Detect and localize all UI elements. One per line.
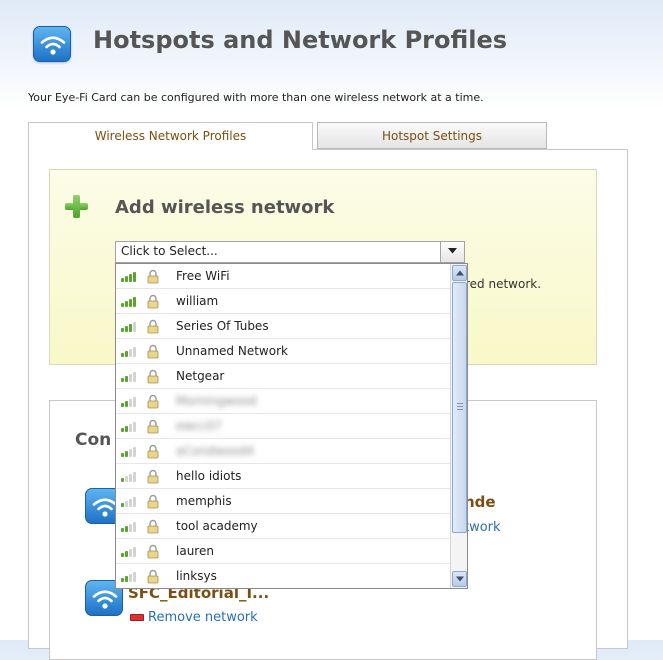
signal-strength-icon bbox=[121, 496, 141, 507]
chevron-up-icon bbox=[456, 270, 464, 276]
network-option[interactable]: Netgear bbox=[116, 364, 450, 389]
network-option[interactable]: linksys bbox=[116, 564, 450, 588]
signal-strength-icon bbox=[121, 571, 141, 582]
tab-wireless-network-profiles[interactable]: Wireless Network Profiles bbox=[28, 122, 313, 150]
network-option[interactable]: Morningwood bbox=[116, 389, 450, 414]
lock-icon bbox=[146, 469, 160, 484]
signal-strength-icon bbox=[121, 396, 141, 407]
lock-icon bbox=[146, 519, 160, 534]
remove-icon bbox=[130, 614, 144, 621]
dropdown-button[interactable] bbox=[440, 242, 464, 262]
network-option[interactable]: william bbox=[116, 289, 450, 314]
network-option-label: william bbox=[176, 294, 219, 308]
lock-icon bbox=[146, 569, 160, 584]
network-dropdown-list: Free WiFi william Series Of Tubes Unnamed N… bbox=[115, 263, 468, 589]
network-option-label: Morningwood bbox=[176, 394, 257, 408]
signal-strength-icon bbox=[121, 321, 141, 332]
network-option-label: hello idiots bbox=[176, 469, 242, 483]
page-title: Hotspots and Network Profiles bbox=[93, 26, 508, 54]
tab-hotspot-settings[interactable]: Hotspot Settings bbox=[317, 122, 547, 149]
lock-icon bbox=[146, 269, 160, 284]
network-option[interactable]: hello idiots bbox=[116, 464, 450, 489]
network-option[interactable]: Unnamed Network bbox=[116, 339, 450, 364]
signal-strength-icon bbox=[121, 271, 141, 282]
lock-icon bbox=[146, 319, 160, 334]
signal-strength-icon bbox=[121, 296, 141, 307]
lock-icon bbox=[146, 544, 160, 559]
network-select[interactable]: Click to Select... bbox=[115, 241, 465, 263]
chevron-down-icon bbox=[448, 248, 457, 254]
network-link[interactable]: twork bbox=[464, 520, 501, 535]
dropdown-scrollbar[interactable] bbox=[450, 264, 467, 588]
signal-strength-icon bbox=[121, 521, 141, 532]
network-option[interactable]: tool academy bbox=[116, 514, 450, 539]
network-option-label: Free WiFi bbox=[176, 269, 230, 283]
signal-strength-icon bbox=[121, 371, 141, 382]
scroll-thumb[interactable] bbox=[452, 282, 467, 533]
network-option-label: aCondwood4 bbox=[176, 444, 255, 458]
remove-network-link[interactable]: Remove network bbox=[148, 610, 258, 625]
network-name: nde bbox=[464, 493, 496, 511]
lock-icon bbox=[146, 394, 160, 409]
network-option-label: Series Of Tubes bbox=[176, 319, 269, 333]
network-option-label: ewcc07 bbox=[176, 419, 222, 433]
network-option[interactable]: Free WiFi bbox=[116, 264, 450, 289]
configured-networks-title: Con bbox=[75, 430, 112, 450]
signal-strength-icon bbox=[121, 421, 141, 432]
lock-icon bbox=[146, 494, 160, 509]
network-option[interactable]: aCondwood4 bbox=[116, 439, 450, 464]
lock-icon bbox=[146, 369, 160, 384]
network-option[interactable]: ewcc07 bbox=[116, 414, 450, 439]
signal-strength-icon bbox=[121, 471, 141, 482]
plus-icon bbox=[65, 195, 89, 219]
network-option[interactable]: memphis bbox=[116, 489, 450, 514]
network-option-label: memphis bbox=[176, 494, 232, 508]
network-option-label: lauren bbox=[176, 544, 214, 558]
lock-icon bbox=[146, 294, 160, 309]
network-option-label: Unnamed Network bbox=[176, 344, 288, 358]
intro-text: Your Eye-Fi Card can be configured with … bbox=[28, 91, 484, 104]
network-option-label: Netgear bbox=[176, 369, 225, 383]
grip-icon bbox=[457, 403, 463, 411]
network-option[interactable]: Series Of Tubes bbox=[116, 314, 450, 339]
network-option-label: tool academy bbox=[176, 519, 258, 533]
add-network-hint: red network. bbox=[465, 277, 542, 291]
add-network-title: Add wireless network bbox=[115, 197, 335, 218]
signal-strength-icon bbox=[121, 546, 141, 557]
signal-strength-icon bbox=[121, 446, 141, 457]
lock-icon bbox=[146, 344, 160, 359]
scroll-down-button[interactable] bbox=[452, 571, 467, 587]
select-value: Click to Select... bbox=[121, 244, 218, 258]
network-option-label: linksys bbox=[176, 569, 217, 583]
chevron-down-icon bbox=[456, 576, 464, 582]
scroll-up-button[interactable] bbox=[452, 265, 467, 281]
lock-icon bbox=[146, 444, 160, 459]
lock-icon bbox=[146, 419, 160, 434]
app-wifi-icon bbox=[33, 26, 71, 62]
network-option[interactable]: lauren bbox=[116, 539, 450, 564]
signal-strength-icon bbox=[121, 346, 141, 357]
